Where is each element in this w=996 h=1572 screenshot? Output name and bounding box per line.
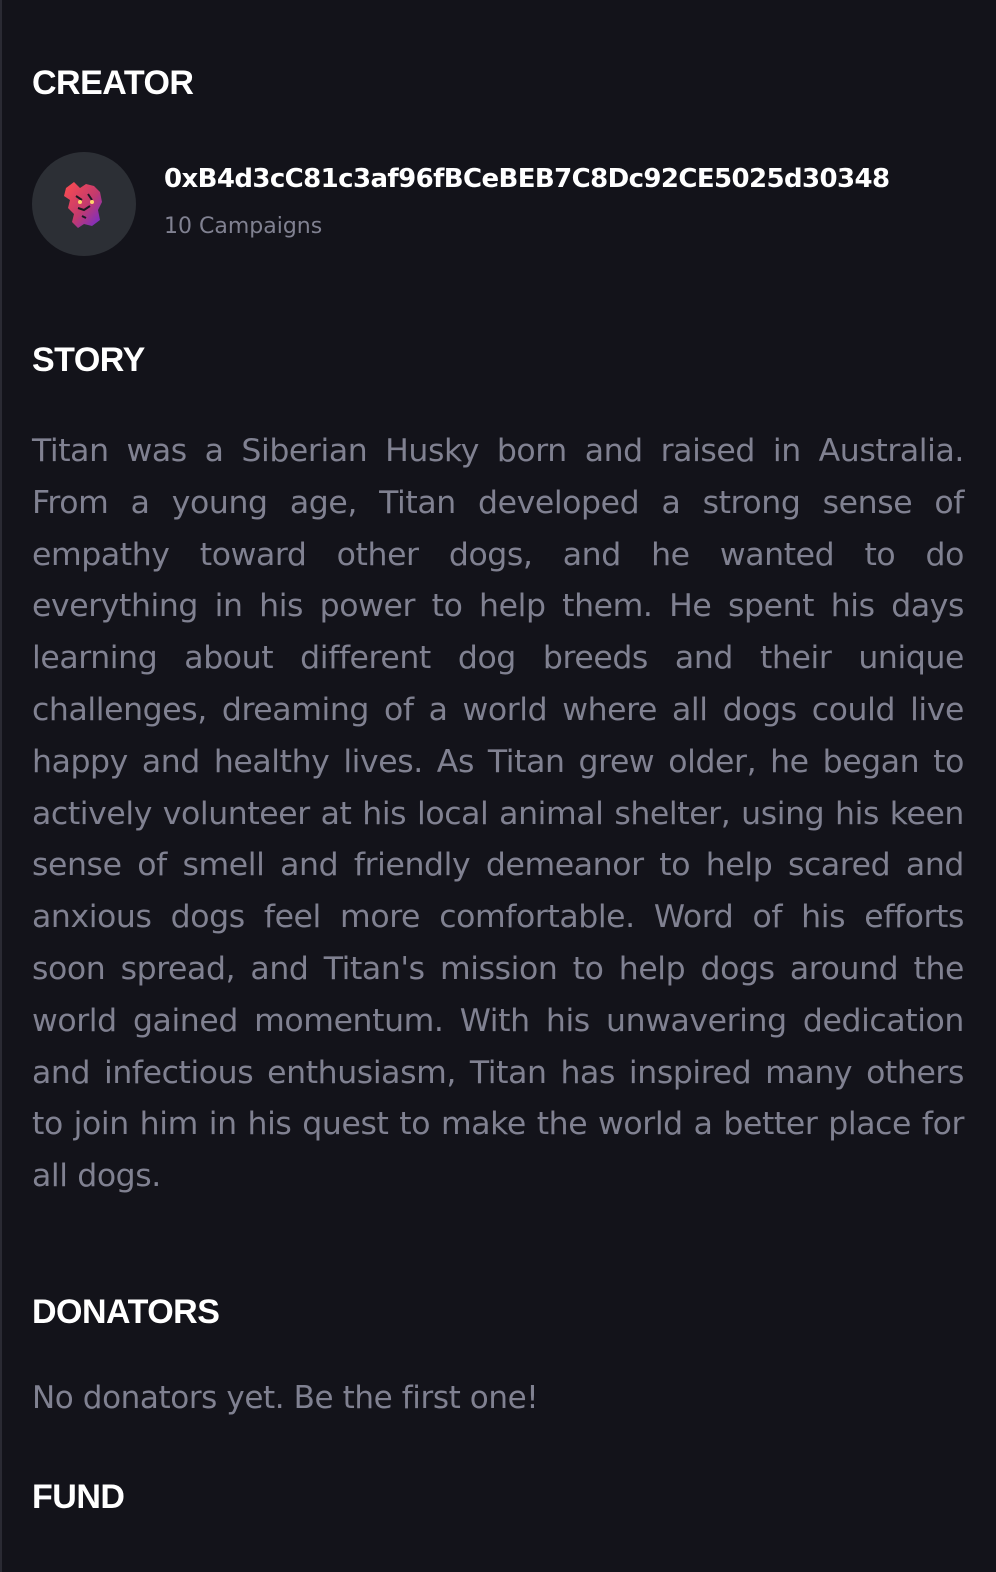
panel-left-border [0,0,2,1572]
donators-heading: DONATORS [32,1293,220,1331]
donators-empty-message: No donators yet. Be the first one! [32,1380,539,1416]
creator-avatar [32,152,136,256]
creator-heading: CREATOR [32,64,194,102]
creator-address: 0xB4d3cC81c3af96fBCeBEB7C8Dc92CE5025d303… [164,164,890,194]
story-heading: STORY [32,341,145,379]
story-text: Titan was a Siberian Husky born and rais… [32,433,964,1195]
fund-heading: FUND [32,1478,125,1516]
tiger-logo-icon [64,182,102,228]
campaign-count: 10 Campaigns [164,214,323,239]
creator-info: 0xB4d3cC81c3af96fBCeBEB7C8Dc92CE5025d303… [32,152,972,256]
